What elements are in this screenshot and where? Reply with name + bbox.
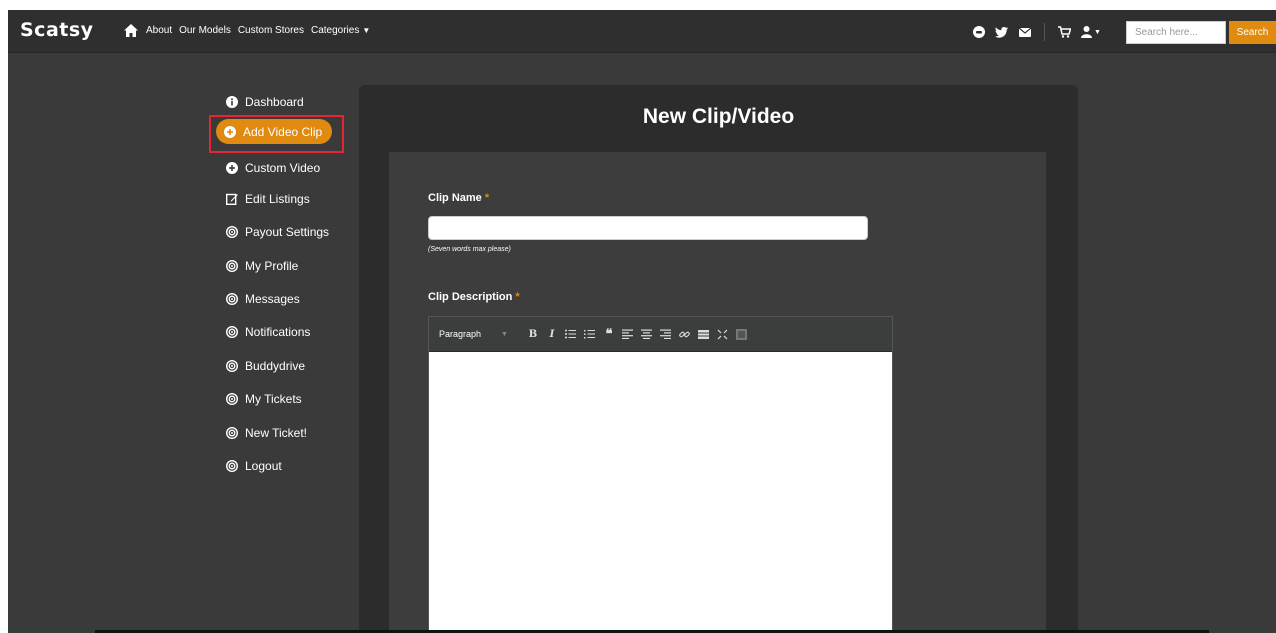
description-editor: Paragraph ▼ B I ❝ [428,316,893,633]
italic-icon[interactable]: I [545,327,559,341]
nav-link-about[interactable]: About [146,25,172,36]
mail-icon[interactable] [1017,25,1032,40]
plus-circle-icon [226,162,238,174]
clip-description-label-text: Clip Description [428,291,513,303]
sidebar-item-my-tickets[interactable]: My Tickets [226,389,302,409]
target-icon [226,293,238,305]
brand-logo[interactable]: Scatsy [20,19,94,41]
sidebar-item-edit-listings[interactable]: Edit Listings [226,189,310,209]
sidebar-item-new-ticket[interactable]: New Ticket! [226,423,307,443]
align-left-icon[interactable] [621,327,635,341]
user-menu-icon[interactable]: ▼ [1080,25,1102,40]
sidebar-item-buddydrive[interactable]: Buddydrive [226,356,305,376]
align-right-icon[interactable] [659,327,673,341]
format-select-value: Paragraph [439,329,482,339]
nav-link-categories[interactable]: Categories ▼ [311,25,370,36]
preview-icon[interactable] [735,327,749,341]
clip-description-label: Clip Description * [428,291,520,303]
target-icon [226,326,238,338]
caret-down-icon: ▼ [362,26,371,35]
clip-name-input[interactable] [428,216,868,240]
caret-down-icon: ▼ [1094,28,1101,36]
fullscreen-icon[interactable] [716,327,730,341]
numbered-list-icon[interactable] [583,327,597,341]
sidebar-item-payout-settings[interactable]: Payout Settings [226,222,329,242]
clip-form: Clip Name * (Seven words max please) Cli… [389,152,1046,633]
target-icon [226,427,238,439]
clip-name-label: Clip Name * [428,192,489,204]
sidebar-item-label: Dashboard [245,95,304,109]
sidebar-item-label: Logout [245,459,282,473]
top-navbar: Scatsy About Our Models Custom Stores Ca… [8,10,1276,53]
quote-icon[interactable]: ❝ [602,326,616,341]
target-icon [226,393,238,405]
highlight-box [209,115,344,153]
search-input[interactable] [1126,21,1226,44]
main-panel: New Clip/Video Clip Name * (Seven words … [359,85,1078,633]
twitter-icon[interactable] [994,25,1009,40]
bullet-list-icon[interactable] [564,327,578,341]
required-mark: * [515,291,520,303]
sidebar-item-label: Messages [245,292,300,306]
sidebar-item-label: New Ticket! [245,426,308,440]
info-circle-icon [226,96,238,108]
sidebar-item-label: Notifications [245,325,311,339]
edit-icon [226,193,238,205]
nav-links: About Our Models Custom Stores Categorie… [146,25,370,36]
sidebar-item-label: My Tickets [245,392,302,406]
chevron-down-icon: ▼ [501,330,508,338]
sidebar-item-label: Custom Video [245,161,321,175]
nav-divider [1044,23,1045,41]
align-center-icon[interactable] [640,327,654,341]
sidebar-item-label: Payout Settings [245,225,330,239]
bold-icon[interactable]: B [526,327,540,341]
nav-link-categories-label: Categories [310,25,360,36]
search-button[interactable]: Search [1229,21,1276,44]
horizontal-rule-icon[interactable] [697,327,711,341]
sidebar-item-label: Edit Listings [245,192,310,206]
sidebar-item-my-profile[interactable]: My Profile [226,256,298,276]
clip-name-label-text: Clip Name [428,192,482,204]
nav-link-custom-stores[interactable]: Custom Stores [238,25,304,36]
social-icons: ▼ [971,23,1110,41]
sidebar-item-notifications[interactable]: Notifications [226,322,310,342]
cart-icon[interactable] [1057,25,1072,40]
format-select[interactable]: Paragraph ▼ [439,329,508,339]
sidebar-item-custom-video[interactable]: Custom Video [226,158,320,178]
sidebar-item-logout[interactable]: Logout [226,456,282,476]
sidebar-item-messages[interactable]: Messages [226,289,300,309]
sidebar-item-label: Buddydrive [245,359,306,373]
sidebar-item-label: My Profile [245,259,299,273]
target-icon [226,226,238,238]
link-icon[interactable] [678,327,692,341]
home-icon[interactable] [124,24,138,37]
required-mark: * [484,192,490,204]
sidebar-item-dashboard[interactable]: Dashboard [226,92,304,112]
page-title: New Clip/Video [642,105,795,128]
clip-name-hint: (Seven words max please) [428,246,511,253]
reddit-icon[interactable] [971,25,986,40]
target-icon [226,460,238,472]
target-icon [226,360,238,372]
page-frame: Scatsy About Our Models Custom Stores Ca… [8,10,1276,633]
editor-toolbar: Paragraph ▼ B I ❝ [429,317,892,352]
nav-link-our-models[interactable]: Our Models [179,25,231,36]
target-icon [226,260,238,272]
